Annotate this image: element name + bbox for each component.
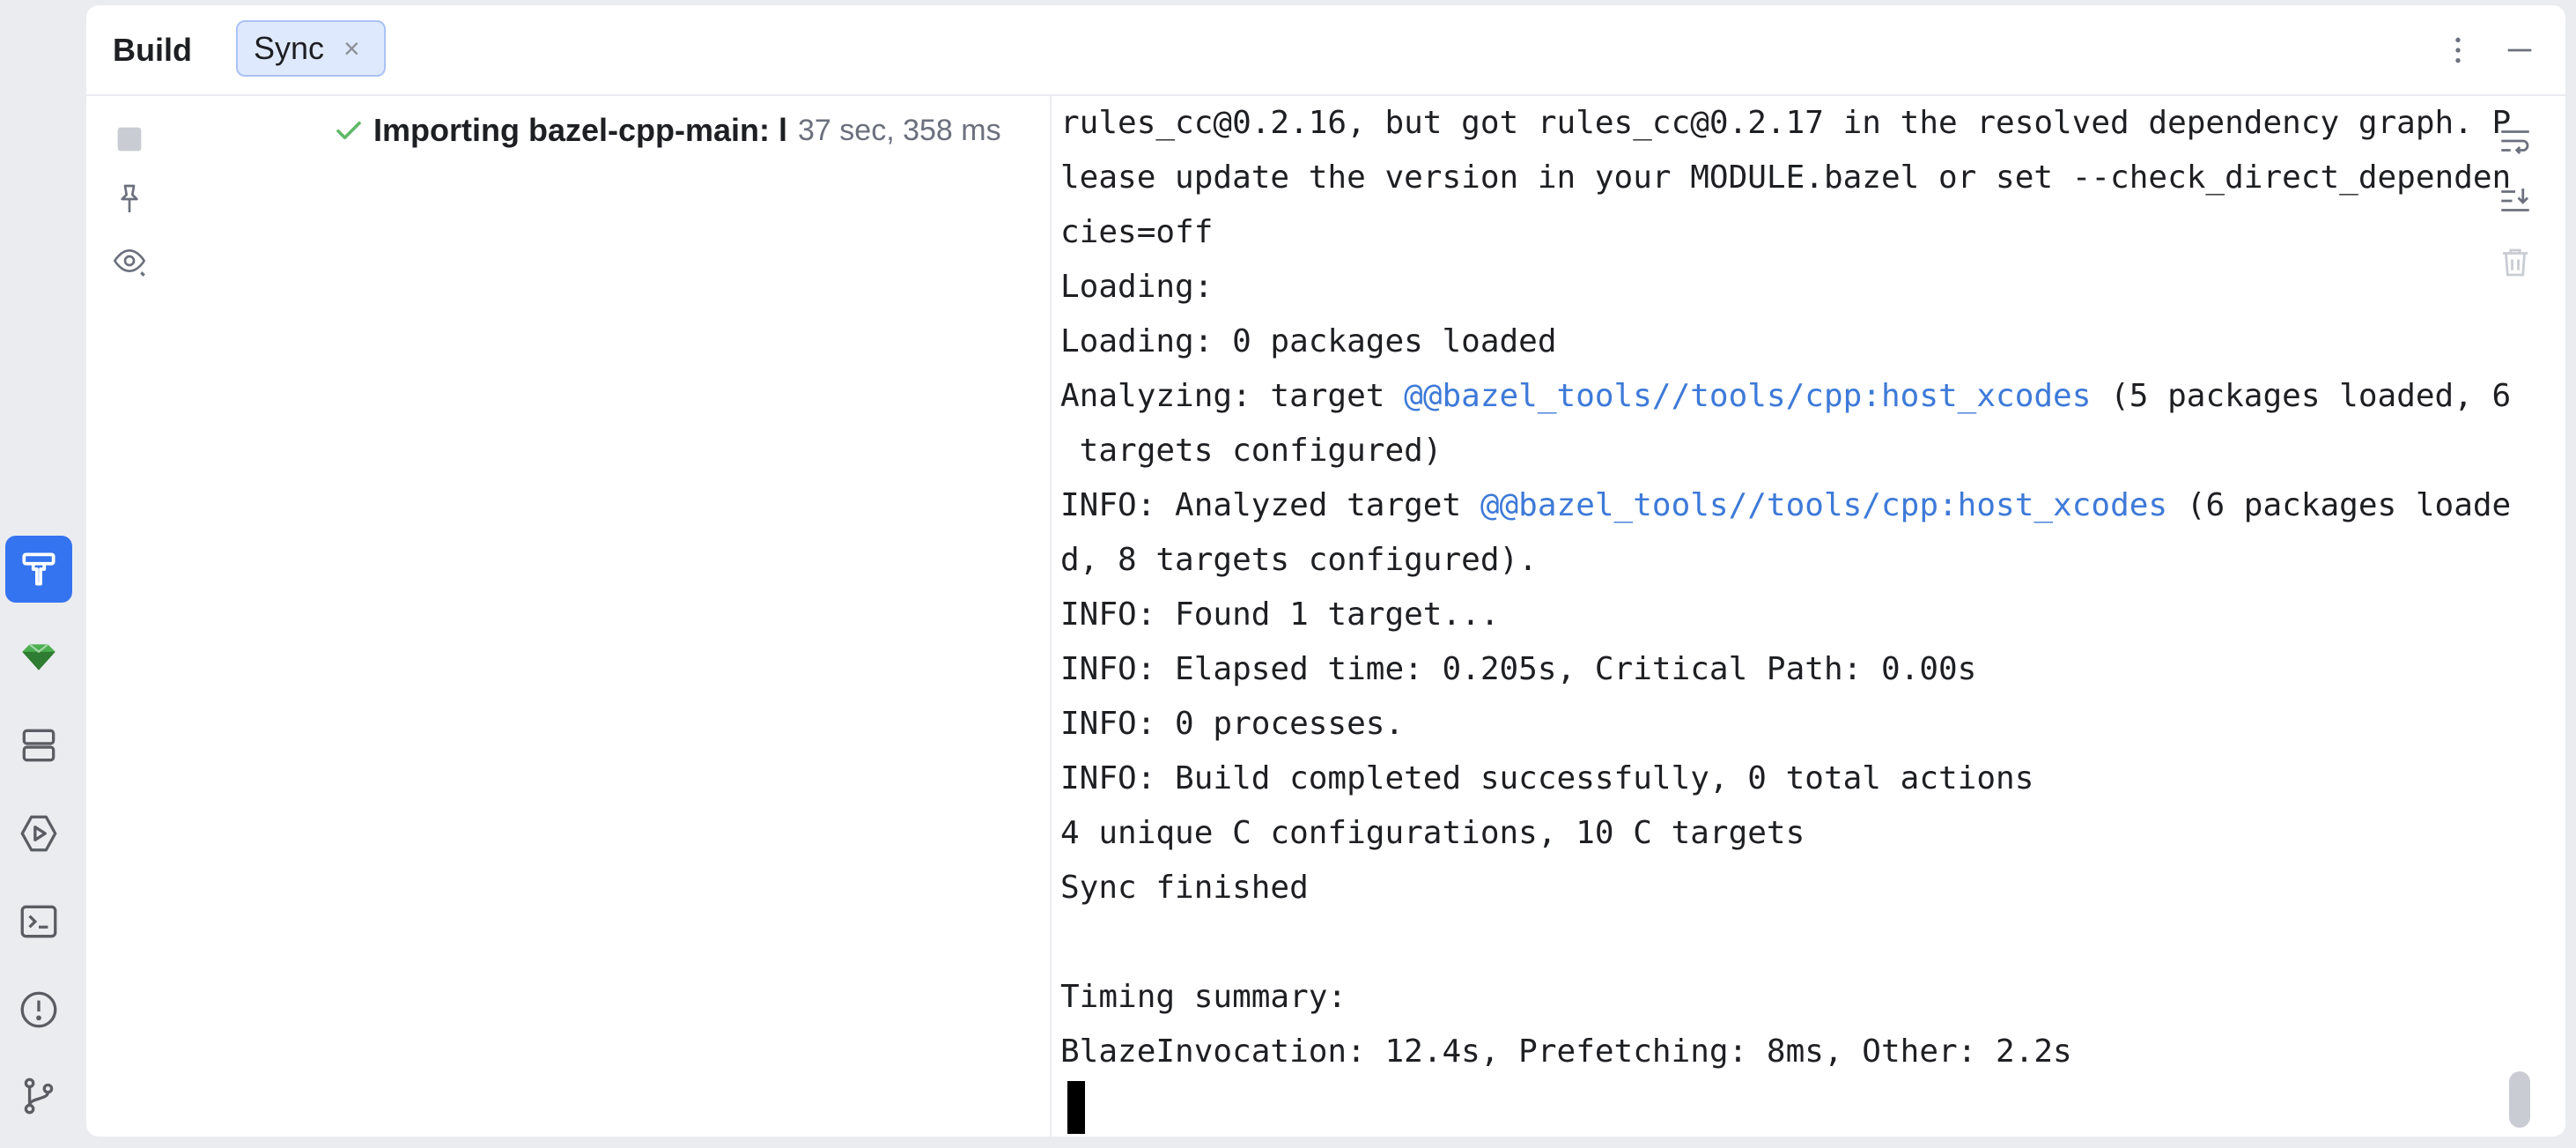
- console-line: INFO: 0 processes.: [1060, 706, 1405, 742]
- tool-window-title: Build: [113, 32, 192, 68]
- tool-window-header: Build Sync ×: [86, 5, 2565, 96]
- console-line: INFO: Build completed successfully, 0 to…: [1060, 760, 2034, 796]
- tree-row[interactable]: Importing bazel-cpp-main: l 37 sec, 358 …: [333, 112, 1001, 149]
- build-tree: Importing bazel-cpp-main: l 37 sec, 358 …: [183, 96, 1052, 1137]
- console-line: Loading:: [1060, 269, 1214, 305]
- console-line: Analyzing: target @@bazel_tools//tools/c…: [1053, 369, 2533, 424]
- tool-window-strip: [0, 0, 81, 1148]
- console-line: INFO: Found 1 target...: [1060, 596, 1500, 633]
- console-output[interactable]: rules_cc@0.2.16, but got rules_cc@0.2.17…: [1053, 96, 2533, 1137]
- console-text: Analyzing: target: [1060, 378, 1405, 414]
- build-tool-window: Build Sync × Importing bazel-cpp-main: l…: [86, 5, 2565, 1137]
- tab-sync[interactable]: Sync ×: [236, 20, 386, 77]
- terminal-icon[interactable]: [5, 888, 72, 955]
- console-line: lease update the version in your MODULE.…: [1060, 159, 2512, 196]
- check-icon: [336, 121, 361, 140]
- console-target-link[interactable]: @@bazel_tools//tools/cpp:host_xcodes: [1404, 378, 2091, 414]
- pin-icon[interactable]: [107, 177, 151, 221]
- console-line: rules_cc@0.2.16, but got rules_cc@0.2.17…: [1060, 105, 2512, 141]
- minimize-icon[interactable]: [2498, 28, 2542, 72]
- console-caret-line: [1053, 1079, 2533, 1134]
- gem-plugin-icon[interactable]: [5, 624, 72, 691]
- console-lines: rules_cc@0.2.16, but got rules_cc@0.2.17…: [1053, 96, 2533, 1079]
- console-line: d, 8 targets configured).: [1060, 542, 1538, 578]
- structure-icon[interactable]: [5, 712, 72, 779]
- close-icon[interactable]: ×: [343, 34, 360, 63]
- git-branch-icon[interactable]: [5, 1063, 72, 1129]
- problems-icon[interactable]: [5, 976, 72, 1043]
- console-line: BlazeInvocation: 12.4s, Prefetching: 8ms…: [1060, 1033, 2072, 1070]
- tab-sync-label: Sync: [254, 30, 325, 66]
- console-toolbar: [2469, 96, 2565, 1137]
- clear-trash-icon[interactable]: [2493, 241, 2537, 285]
- console-line: cies=off: [1060, 214, 1214, 250]
- text-caret: [1067, 1081, 1085, 1134]
- console-line: 4 unique C configurations, 10 C targets: [1060, 815, 1805, 851]
- build-hammer-icon[interactable]: [5, 536, 72, 603]
- tree-row-duration: 37 sec, 358 ms: [798, 113, 1001, 147]
- console-text: INFO: Analyzed target: [1060, 487, 1480, 523]
- console-line: Sync finished: [1060, 870, 1309, 906]
- console-text: (5 packages loaded, 6: [2091, 378, 2512, 414]
- console-line: INFO: Analyzed target @@bazel_tools//too…: [1053, 478, 2533, 533]
- scroll-to-end-icon[interactable]: [2493, 179, 2537, 223]
- console-line: targets configured): [1060, 433, 1443, 469]
- console-line: Loading: 0 packages loaded: [1060, 323, 1557, 359]
- console-target-link[interactable]: @@bazel_tools//tools/cpp:host_xcodes: [1480, 487, 2167, 523]
- build-actions-gutter: [86, 96, 183, 1137]
- more-options-icon[interactable]: [2436, 28, 2480, 72]
- console-line: INFO: Elapsed time: 0.205s, Critical Pat…: [1060, 651, 1977, 687]
- eye-icon[interactable]: [107, 239, 151, 283]
- console-line: Timing summary:: [1060, 979, 1347, 1015]
- stop-icon[interactable]: [107, 117, 151, 161]
- console-scrollbar-thumb[interactable]: [2509, 1071, 2530, 1128]
- tree-row-label: Importing bazel-cpp-main: l: [373, 112, 788, 148]
- run-services-icon[interactable]: [5, 800, 72, 867]
- console-text: (6 packages loade: [2167, 487, 2512, 523]
- soft-wrap-icon[interactable]: [2493, 119, 2537, 163]
